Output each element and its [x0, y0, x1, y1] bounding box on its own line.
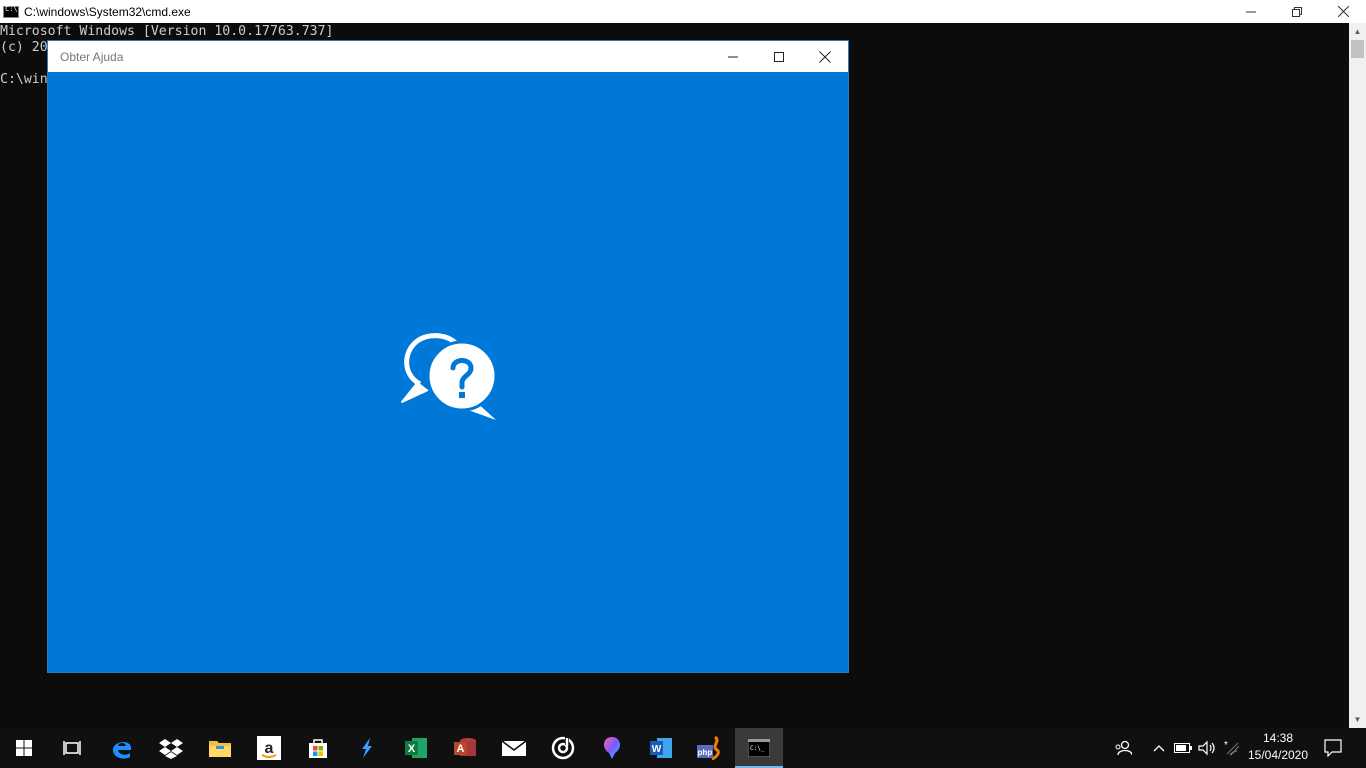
restore-icon: [1292, 6, 1302, 17]
task-view-button[interactable]: [48, 728, 96, 768]
access-icon: A: [454, 738, 476, 756]
tray-volume-button[interactable]: [1196, 728, 1218, 768]
maximize-icon: [774, 51, 784, 62]
cmd-window-title: C:\windows\System32\cmd.exe: [24, 4, 191, 19]
get-help-titlebar[interactable]: Obter Ajuda: [48, 41, 848, 72]
get-help-window-title: Obter Ajuda: [60, 49, 124, 64]
get-help-window: Obter Ajuda: [47, 40, 849, 673]
tray-network-button[interactable]: *: [1220, 728, 1242, 768]
cmd-scrollbar[interactable]: ▲ ▼: [1349, 23, 1366, 728]
folder-icon: [209, 741, 231, 757]
taskbar-php[interactable]: php: [686, 728, 734, 768]
taskbar-excel[interactable]: X: [392, 728, 440, 768]
php-icon: php: [697, 736, 720, 760]
taskbar-paint-3d[interactable]: [588, 728, 636, 768]
taskbar-amazon[interactable]: a: [245, 728, 293, 768]
battery-icon: [1174, 743, 1192, 753]
cmd-minimize-button[interactable]: [1228, 0, 1274, 23]
taskbar: a X A W php C:\_ * 14:38 15/04/2020: [0, 728, 1366, 768]
minimize-icon: [728, 56, 738, 57]
help-minimize-button[interactable]: [710, 41, 756, 72]
get-help-splash: [48, 72, 848, 672]
start-button[interactable]: [0, 728, 48, 768]
console-line: Microsoft Windows [Version 10.0.17763.73…: [0, 24, 334, 39]
mail-icon: [502, 740, 526, 756]
action-center-button[interactable]: [1320, 728, 1346, 768]
taskbar-edge[interactable]: [98, 728, 146, 768]
tray-people-button[interactable]: [1110, 728, 1136, 768]
tray-battery-button[interactable]: [1172, 728, 1194, 768]
clock-time: 14:38: [1262, 731, 1294, 745]
svg-text:*: *: [1224, 740, 1228, 751]
svg-text:C:\_: C:\_: [750, 745, 765, 752]
taskbar-visual-studio[interactable]: [343, 728, 391, 768]
task-view-icon: [63, 741, 81, 755]
cmd-window-icon: [3, 5, 19, 18]
tray-show-hidden-icons-button[interactable]: [1150, 728, 1168, 768]
visual-studio-icon: [362, 738, 372, 758]
groove-icon: [551, 736, 575, 760]
taskbar-file-explorer[interactable]: [196, 728, 244, 768]
taskbar-access[interactable]: A: [441, 728, 489, 768]
cmd-icon: C:\_: [748, 739, 770, 757]
taskbar-dropbox[interactable]: [147, 728, 195, 768]
store-icon: [309, 739, 327, 758]
word-icon: W: [650, 738, 672, 758]
taskbar-store[interactable]: [294, 728, 342, 768]
scroll-up-arrow-icon[interactable]: ▲: [1349, 23, 1366, 40]
people-icon: [1115, 740, 1132, 756]
taskbar-cmd[interactable]: C:\_: [735, 728, 783, 768]
taskbar-groove[interactable]: [539, 728, 587, 768]
close-icon: [819, 50, 831, 63]
scroll-down-arrow-icon[interactable]: ▼: [1349, 711, 1366, 728]
minimize-icon: [1246, 11, 1256, 12]
cmd-restore-button[interactable]: [1274, 0, 1320, 23]
get-help-logo-icon: [401, 333, 498, 420]
paint-3d-icon: [603, 737, 621, 759]
notification-icon: [1324, 739, 1342, 757]
excel-icon: X: [405, 738, 427, 758]
cmd-titlebar[interactable]: C:\windows\System32\cmd.exe: [0, 0, 1366, 23]
clock-date: 15/04/2020: [1247, 748, 1309, 762]
svg-text:X: X: [408, 743, 416, 755]
svg-text:php: php: [698, 748, 713, 757]
svg-text:a: a: [265, 740, 274, 757]
dropbox-icon: [159, 739, 183, 759]
scrollbar-thumb[interactable]: [1351, 40, 1364, 58]
edge-icon: [113, 742, 131, 759]
close-icon: [1337, 6, 1349, 17]
svg-text:A: A: [457, 743, 465, 755]
chevron-up-icon: [1153, 745, 1165, 752]
cmd-close-button[interactable]: [1320, 0, 1366, 23]
volume-icon: [1198, 740, 1215, 756]
amazon-icon: a: [257, 736, 281, 760]
wifi-icon: *: [1224, 740, 1240, 756]
help-close-button[interactable]: [802, 41, 848, 72]
help-maximize-button[interactable]: [756, 41, 802, 72]
taskbar-clock[interactable]: 14:38 15/04/2020: [1246, 730, 1310, 764]
taskbar-mail[interactable]: [490, 728, 538, 768]
windows-logo-icon: [16, 740, 32, 756]
taskbar-word[interactable]: W: [637, 728, 685, 768]
svg-text:W: W: [652, 744, 662, 755]
